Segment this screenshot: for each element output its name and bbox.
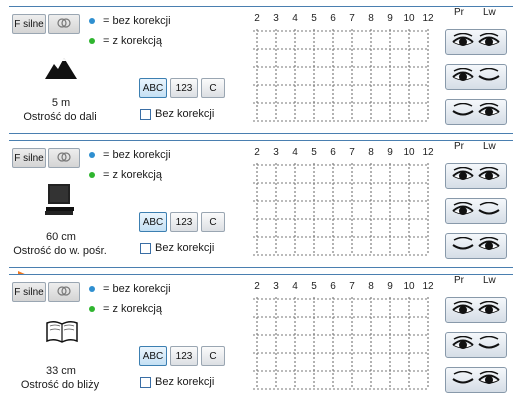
- acuity-grid-lines: [253, 297, 429, 390]
- mountain-icon: [45, 57, 77, 82]
- eye-button-2[interactable]: [445, 332, 507, 358]
- blue-dot-icon: [89, 152, 95, 158]
- legend-no-correction-label: = bez korekcji: [103, 149, 171, 161]
- legend-no-correction-label: = bez korekcji: [103, 15, 171, 27]
- filter-strong-button[interactable]: F silne: [12, 148, 46, 168]
- acuity-grid: 2 3 4 5 6 7 8 9 10 12: [249, 281, 434, 391]
- no-correction-checkbox[interactable]: Bez korekcji: [140, 108, 214, 120]
- right-eye-closed-left-open-icon: [452, 102, 500, 122]
- eye-button-1[interactable]: [445, 163, 507, 189]
- legend-no-correction: = bez korekcji: [89, 283, 171, 295]
- test-description: Ostrość do dali: [23, 111, 97, 123]
- no-correction-label: Bez korekcji: [155, 108, 215, 120]
- right-eye-open-left-closed-icon: [452, 335, 500, 355]
- acuity-grid-lines: [253, 163, 429, 256]
- chart-mode-switch: ABC 123 C: [139, 346, 225, 366]
- right-eye-header: Pr: [454, 275, 464, 286]
- right-eye-header: Pr: [454, 141, 464, 152]
- eye-selector: Pr Lw: [445, 275, 509, 401]
- test-description: Ostrość do bliży: [20, 379, 100, 391]
- test-distance: 60 cm: [46, 231, 76, 243]
- filter-toggle-button[interactable]: [48, 282, 80, 302]
- lens-icon: [56, 285, 72, 300]
- chart-mode-switch: ABC 123 C: [139, 78, 225, 98]
- computer-icon: [45, 183, 75, 220]
- mode-c-button[interactable]: C: [201, 212, 225, 232]
- no-correction-label: Bez korekcji: [155, 376, 215, 388]
- left-eye-header: Lw: [483, 141, 496, 152]
- acuity-grid: 2 3 4 5 6 7 8 9 10 12: [249, 147, 434, 257]
- mode-c-button[interactable]: C: [201, 78, 225, 98]
- green-dot-icon: [89, 38, 95, 44]
- no-correction-checkbox[interactable]: Bez korekcji: [140, 376, 214, 388]
- chart-mode-switch: ABC 123 C: [139, 212, 225, 232]
- legend-with-correction: = z korekcją: [89, 303, 162, 315]
- no-correction-checkbox[interactable]: Bez korekcji: [140, 242, 214, 254]
- book-icon: [45, 317, 79, 348]
- right-eye-closed-left-open-icon: [452, 370, 500, 390]
- right-eye-header: Pr: [454, 7, 464, 18]
- legend-with-correction-label: = z korekcją: [103, 169, 162, 181]
- checkbox-box[interactable]: [140, 242, 151, 254]
- mode-c-button[interactable]: C: [201, 346, 225, 366]
- lens-icon: [56, 151, 72, 166]
- legend-with-correction-label: = z korekcją: [103, 35, 162, 47]
- checkbox-box[interactable]: [140, 108, 151, 120]
- test-description: Ostrość do w. pośr.: [13, 245, 107, 257]
- filter-strong-button[interactable]: F silne: [12, 14, 46, 34]
- mode-numbers-button[interactable]: 123: [170, 78, 198, 98]
- lens-icon: [56, 17, 72, 32]
- filter-strong-button[interactable]: F silne: [12, 282, 46, 302]
- blue-dot-icon: [89, 18, 95, 24]
- eye-button-1[interactable]: [445, 29, 507, 55]
- green-dot-icon: [89, 172, 95, 178]
- legend-with-correction: = z korekcją: [89, 169, 162, 181]
- legend-no-correction: = bez korekcji: [89, 149, 171, 161]
- acuity-grid-lines: [253, 29, 429, 122]
- acuity-grid: 2 3 4 5 6 7 8 9 10 12: [249, 13, 434, 123]
- eye-button-1[interactable]: [445, 297, 507, 323]
- mode-numbers-button[interactable]: 123: [170, 346, 198, 366]
- both-eyes-open-icon: [452, 300, 500, 320]
- eye-button-2[interactable]: [445, 198, 507, 224]
- no-correction-label: Bez korekcji: [155, 242, 215, 254]
- mode-letters-button[interactable]: ABC: [139, 212, 167, 232]
- filter-toggle-button[interactable]: [48, 148, 80, 168]
- filter-toggle-button[interactable]: [48, 14, 80, 34]
- green-dot-icon: [89, 306, 95, 312]
- right-eye-open-left-closed-icon: [452, 67, 500, 87]
- legend-with-correction-label: = z korekcją: [103, 303, 162, 315]
- mode-numbers-button[interactable]: 123: [170, 212, 198, 232]
- test-panel-mid: F silne = bez korekcji = z korekcją 60 cm Os…: [9, 140, 513, 268]
- test-panel-far: F silne = bez korekcji = z korekcją 5 m Ostr…: [9, 6, 513, 134]
- eye-button-3[interactable]: [445, 367, 507, 393]
- right-eye-closed-left-open-icon: [452, 236, 500, 256]
- eye-selector: Pr Lw: [445, 141, 509, 267]
- left-eye-header: Lw: [483, 7, 496, 18]
- left-eye-header: Lw: [483, 275, 496, 286]
- blue-dot-icon: [89, 286, 95, 292]
- legend-no-correction-label: = bez korekcji: [103, 283, 171, 295]
- eye-button-3[interactable]: [445, 99, 507, 125]
- test-panel-near: F silne = bez korekcji = z korekcją 33 cm Os…: [9, 274, 513, 402]
- both-eyes-open-icon: [452, 32, 500, 52]
- mode-letters-button[interactable]: ABC: [139, 78, 167, 98]
- mode-letters-button[interactable]: ABC: [139, 346, 167, 366]
- right-eye-open-left-closed-icon: [452, 201, 500, 221]
- checkbox-box[interactable]: [140, 376, 151, 388]
- legend-with-correction: = z korekcją: [89, 35, 162, 47]
- test-distance: 33 cm: [46, 365, 76, 377]
- eye-selector: Pr Lw: [445, 7, 509, 133]
- eye-button-2[interactable]: [445, 64, 507, 90]
- test-distance: 5 m: [51, 97, 71, 109]
- eye-button-3[interactable]: [445, 233, 507, 259]
- both-eyes-open-icon: [452, 166, 500, 186]
- legend-no-correction: = bez korekcji: [89, 15, 171, 27]
